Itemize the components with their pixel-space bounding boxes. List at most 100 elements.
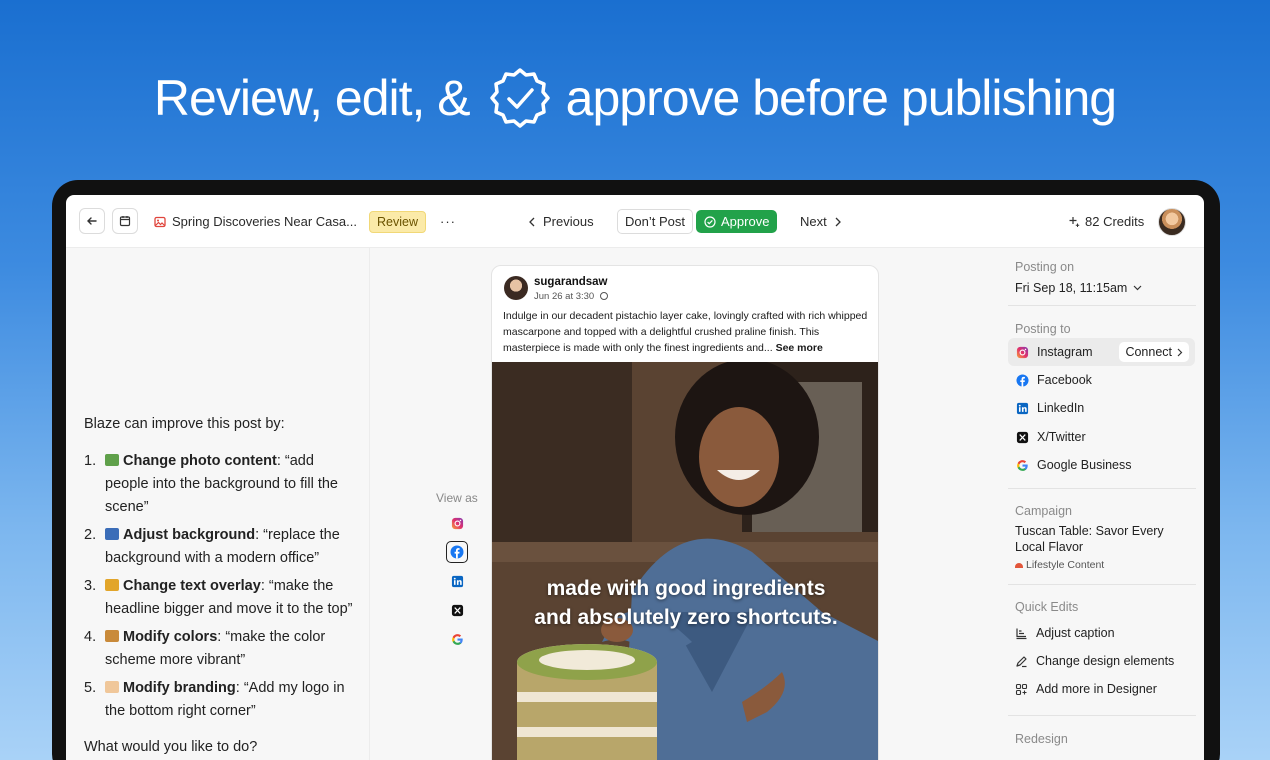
globe-icon <box>599 292 608 300</box>
view-as-switcher <box>446 512 468 650</box>
hero-text-after: approve before publishing <box>565 70 1117 126</box>
post-preview-area: View as sugarandsaw Jun 26 at 3:30 Indul… <box>370 248 1000 760</box>
caption-icon <box>1016 628 1027 639</box>
divider <box>1008 305 1196 306</box>
calendar-button[interactable] <box>112 208 138 234</box>
chevron-left-icon <box>529 217 535 226</box>
platform-facebook[interactable]: Facebook <box>1008 366 1195 394</box>
dont-post-button[interactable]: Don’t Post <box>617 209 693 234</box>
post-title-text: Spring Discoveries Near Casa... <box>172 214 357 229</box>
post-image: made with good ingredients and absolutel… <box>492 362 878 760</box>
see-more-link[interactable]: See more <box>776 342 823 354</box>
view-as-label: View as <box>436 491 478 505</box>
assistant-intro: Blaze can improve this post by: <box>84 416 285 432</box>
image-icon <box>154 216 166 227</box>
adjust-caption-action[interactable]: Adjust caption <box>1015 626 1115 640</box>
platform-x-twitter[interactable]: X/Twitter <box>1008 423 1195 451</box>
baker-photo-illustration <box>492 362 878 760</box>
suggestion-item: 5. Modify branding: “Add my logo in the … <box>84 680 345 719</box>
more-options-button[interactable]: ··· <box>440 195 456 248</box>
post-title[interactable]: Spring Discoveries Near Casa... <box>154 195 357 248</box>
picture-emoji-icon <box>105 454 119 466</box>
view-as-instagram[interactable] <box>446 512 468 534</box>
top-bar: Spring Discoveries Near Casa... Review ·… <box>66 195 1204 248</box>
divider <box>1008 488 1196 489</box>
next-button[interactable]: Next <box>800 195 842 248</box>
hero-headline: Review, edit, & approve before publishin… <box>0 58 1270 138</box>
image-text-overlay: made with good ingredients and absolutel… <box>534 577 838 629</box>
check-circle-icon <box>704 215 716 228</box>
facebook-icon <box>1016 373 1029 387</box>
calendar-icon <box>119 216 131 227</box>
schedule-dropdown[interactable]: Fri Sep 18, 11:15am <box>1015 281 1142 295</box>
google-icon <box>451 633 463 645</box>
open-designer-action[interactable]: Add more in Designer <box>1015 682 1157 696</box>
assistant-panel: Blaze can improve this post by: 1. Chang… <box>66 248 370 760</box>
divider <box>1008 715 1196 716</box>
palette-emoji-icon <box>105 630 119 642</box>
connect-button[interactable]: Connect <box>1119 342 1189 362</box>
city-emoji-icon <box>105 528 119 540</box>
linkedin-icon <box>451 575 463 587</box>
quick-edits-label: Quick Edits <box>1015 600 1079 614</box>
suggestion-item: 2. Adjust background: “replace the backg… <box>84 527 340 566</box>
view-as-x[interactable] <box>446 599 468 621</box>
chevron-right-icon <box>1177 348 1183 356</box>
post-caption: Indulge in our decadent pistachio layer … <box>503 310 868 354</box>
chevron-right-icon <box>835 217 841 226</box>
arrow-left-icon <box>87 217 97 225</box>
campaign-name[interactable]: Tuscan Table: Savor Every Local Flavor <box>1015 523 1195 555</box>
view-as-linkedin[interactable] <box>446 570 468 592</box>
posting-on-label: Posting on <box>1015 260 1075 274</box>
posting-to-label: Posting to <box>1015 322 1071 336</box>
view-as-facebook[interactable] <box>446 541 468 563</box>
campaign-label: Campaign <box>1015 504 1072 518</box>
platform-google-business[interactable]: Google Business <box>1008 451 1195 479</box>
pencil-emoji-icon <box>105 579 119 591</box>
linkedin-icon <box>1016 402 1029 414</box>
suggestion-list: 1. Change photo content: “add people int… <box>84 450 359 728</box>
divider <box>1008 584 1196 585</box>
account-avatar <box>504 276 528 300</box>
post-preview-card: sugarandsaw Jun 26 at 3:30 Indulge in ou… <box>491 265 879 760</box>
redesign-label: Redesign <box>1015 732 1068 746</box>
credits-label: 82 Credits <box>1085 214 1145 229</box>
label-emoji-icon <box>105 681 119 693</box>
account-name: sugarandsaw <box>534 276 608 288</box>
next-label: Next <box>800 214 827 229</box>
publish-settings-panel: Posting on Fri Sep 18, 11:15am Posting t… <box>1000 248 1204 760</box>
chevron-down-icon <box>1133 285 1142 291</box>
approve-button[interactable]: Approve <box>696 210 778 233</box>
x-icon <box>451 604 463 616</box>
suggestion-item: 1. Change photo content: “add people int… <box>84 453 338 515</box>
credits-display[interactable]: 82 Credits <box>1068 195 1144 248</box>
user-avatar[interactable] <box>1158 208 1186 236</box>
back-button[interactable] <box>79 208 105 234</box>
facebook-icon <box>450 545 464 559</box>
umbrella-icon <box>1015 562 1023 568</box>
verified-badge-icon <box>488 66 552 130</box>
google-icon <box>1017 459 1028 471</box>
suggestion-item: 3. Change text overlay: “make the headli… <box>84 578 353 617</box>
campaign-tag: Lifestyle Content <box>1015 559 1104 571</box>
change-design-action[interactable]: Change design elements <box>1015 654 1174 668</box>
post-date: Jun 26 at 3:30 <box>534 291 608 302</box>
pen-icon <box>1016 655 1027 667</box>
app-window: Spring Discoveries Near Casa... Review ·… <box>66 195 1204 760</box>
grid-plus-icon <box>1015 683 1028 695</box>
suggestion-item: 4. Modify colors: “make the color scheme… <box>84 629 326 668</box>
instagram-icon <box>451 517 463 529</box>
view-as-google[interactable] <box>446 628 468 650</box>
approve-label: Approve <box>721 214 770 229</box>
status-badge: Review <box>369 210 426 233</box>
hero-text-before: Review, edit, & <box>153 70 471 126</box>
previous-label: Previous <box>543 214 594 229</box>
schedule-value: Fri Sep 18, 11:15am <box>1015 281 1128 295</box>
platform-linkedin[interactable]: LinkedIn <box>1008 394 1195 422</box>
previous-button[interactable]: Previous <box>528 195 594 248</box>
instagram-icon <box>1016 346 1029 358</box>
platform-instagram[interactable]: Instagram Connect <box>1008 338 1195 366</box>
sparkle-icon <box>1069 216 1080 227</box>
x-icon <box>1016 431 1029 443</box>
assistant-question: What would you like to do? <box>84 739 258 755</box>
